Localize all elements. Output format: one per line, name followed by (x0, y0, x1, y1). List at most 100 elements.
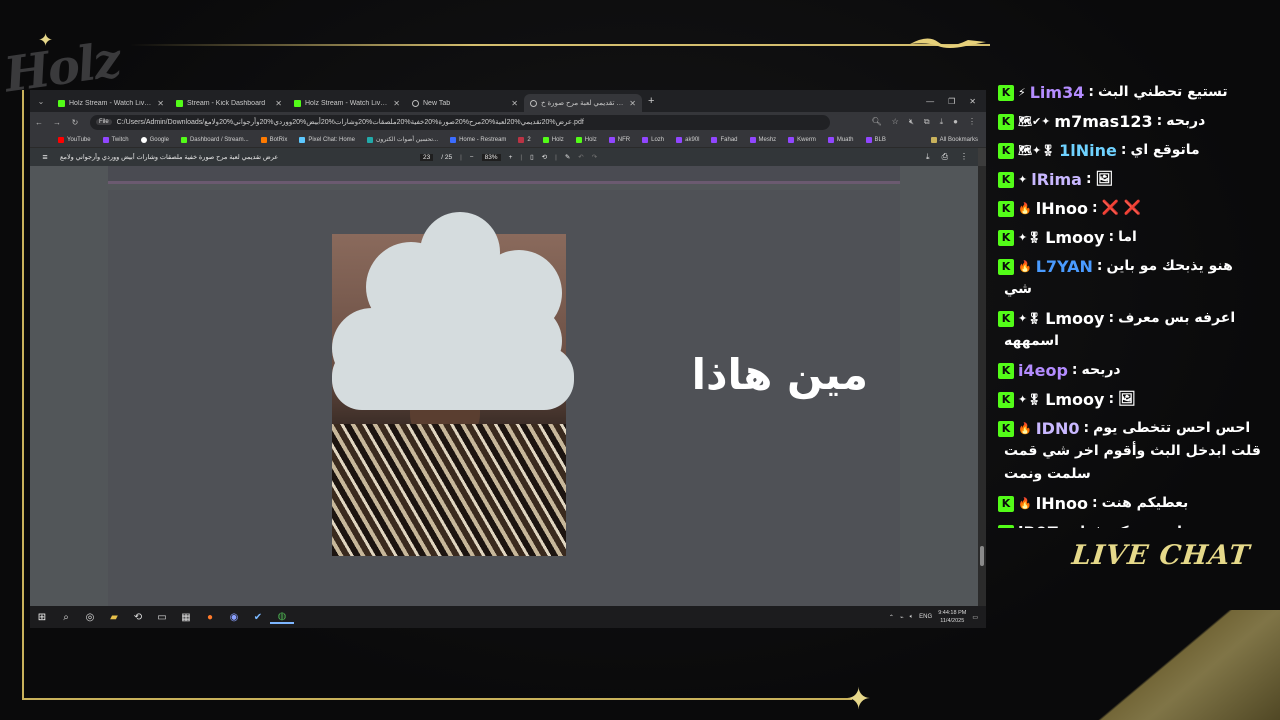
maximize-icon[interactable]: ❐ (948, 97, 955, 106)
chat-username[interactable]: 1lNine (1059, 139, 1117, 162)
browser-tab-active[interactable]: عرض تقديمي لعبة مرح صورة خ... ✕ (524, 94, 642, 112)
chat-text: احس احس تتخطى يوم (1093, 420, 1251, 436)
hamburger-menu-icon[interactable]: ≡ (30, 152, 60, 162)
bookmark-item[interactable]: 2 (518, 136, 531, 143)
chat-username[interactable]: L7YAN (1036, 255, 1093, 278)
firefox-icon[interactable]: ● (198, 612, 222, 623)
bookmark-item[interactable]: Muath (827, 136, 854, 143)
profile-icon[interactable]: ● (953, 117, 958, 127)
bookmark-item[interactable]: Dashboard / Stream... (180, 136, 249, 143)
chat-message: K 🔥 lHnoo: بعطيكم هنت (992, 489, 1280, 518)
obs-icon[interactable]: ▦ (174, 612, 198, 623)
bookmark-item[interactable]: Google (140, 136, 169, 143)
tab-search-icon[interactable]: ⌄ (30, 90, 52, 112)
extensions-icon[interactable]: ⧉ (924, 117, 930, 127)
close-icon[interactable]: ✕ (393, 99, 400, 108)
clock-date: 11/4/2025 (940, 618, 965, 624)
chat-username[interactable]: lR0Z (1018, 521, 1059, 528)
search-icon[interactable]: ⌕ (54, 612, 78, 623)
fit-page-icon[interactable]: ▯ (530, 153, 534, 161)
network-icon[interactable]: ⌁ (900, 614, 904, 621)
chat-username[interactable]: i4eop (1018, 359, 1068, 382)
zoom-out-icon[interactable]: − (470, 154, 474, 161)
bookmark-item[interactable]: Holz (542, 136, 564, 143)
discord-icon[interactable]: ◉ (222, 612, 246, 623)
browser-tab[interactable]: Holz Stream - Watch Live on Ki ✕ (52, 94, 170, 112)
chat-username[interactable]: Lmooy (1045, 307, 1104, 330)
chat-username[interactable]: m7mas123 (1054, 110, 1152, 133)
scrollbar-thumb[interactable] (980, 546, 984, 566)
chat-username[interactable]: lHnoo (1036, 197, 1088, 220)
more-options-icon[interactable]: ⋮ (960, 152, 968, 162)
task-view-icon[interactable]: ◎ (78, 612, 102, 623)
annotate-icon[interactable]: ✎ (565, 153, 570, 161)
minimize-icon[interactable]: — (926, 97, 934, 106)
volume-icon[interactable]: 🔈︎ (910, 614, 914, 621)
bookmark-item[interactable]: تحسين أصوات الكترون... (367, 136, 438, 143)
notifications-icon[interactable]: ▭ (972, 614, 978, 621)
bookmark-item[interactable]: NFR (608, 136, 630, 143)
browser-tab[interactable]: Stream - Kick Dashboard ✕ (170, 94, 288, 112)
print-icon[interactable]: ⎙ (942, 152, 948, 162)
page-number-input[interactable]: 23 (420, 153, 434, 161)
download-icon[interactable]: ⤓ (940, 117, 944, 127)
app-icon[interactable]: ▭ (150, 612, 174, 623)
chat-username[interactable]: IDN0 (1036, 417, 1080, 440)
close-icon[interactable]: ✕ (157, 99, 164, 108)
bookmark-item[interactable]: ak90l (676, 136, 699, 143)
clock[interactable]: 9:44:18 PM 11/4/2025 (938, 609, 966, 625)
mute-icon[interactable]: 🔇︎ (909, 117, 914, 127)
redo-icon[interactable]: ↷ (592, 153, 597, 161)
bookmark-item[interactable]: Twitch (102, 136, 129, 143)
reload-icon[interactable]: ↻ (66, 118, 84, 127)
pdf-scrollbar[interactable] (978, 166, 986, 606)
close-icon[interactable]: ✕ (511, 99, 518, 108)
bookmark-item[interactable]: Lozh (642, 136, 664, 143)
new-tab-icon[interactable]: + (648, 95, 654, 107)
bookmark-item[interactable]: BLB (865, 136, 886, 143)
forward-icon[interactable]: → (48, 118, 66, 127)
steam-icon[interactable]: ✔ (246, 612, 270, 623)
zoom-in-icon[interactable]: + (509, 154, 513, 161)
chat-username[interactable]: Lim34 (1030, 81, 1085, 104)
kick-badge-icon: K (998, 113, 1014, 130)
browser-tab[interactable]: New Tab ✕ (406, 94, 524, 112)
close-window-icon[interactable]: ✕ (969, 97, 976, 106)
bookmark-item[interactable]: Pixel Chat: Home (299, 136, 355, 143)
file-explorer-icon[interactable]: ▰ (102, 612, 126, 623)
tab-label: New Tab (423, 99, 451, 107)
browser-tab[interactable]: Holz Stream - Watch Live on Ki ✕ (288, 94, 406, 112)
address-bar[interactable]: File C:/Users/Admin/Downloads/عرض%20تقدي… (90, 114, 830, 130)
bookmark-item[interactable]: Fahad (711, 136, 738, 143)
download-icon[interactable]: ⤓ (926, 152, 930, 162)
menu-icon[interactable]: ⋮ (968, 117, 976, 127)
bookmark-item[interactable]: Meshz (749, 136, 776, 143)
pdf-page-controls: 23 / 25 | − 83% + | ▯ ⟲ | ✎ ↶ ↷ (420, 153, 597, 161)
chat-username[interactable]: lHnoo (1036, 492, 1088, 515)
address-bar-row: ← → ↻ File C:/Users/Admin/Downloads/عرض%… (30, 112, 986, 132)
zoom-icon[interactable]: 🔍︎ (872, 117, 882, 127)
app-icon[interactable]: ⟲ (126, 612, 150, 623)
pdf-viewer[interactable]: مين هاذا (30, 166, 978, 606)
bookmark-item[interactable]: YouTube (58, 136, 91, 143)
bookmark-star-icon[interactable]: ☆ (892, 117, 899, 127)
undo-icon[interactable]: ↶ (578, 153, 583, 161)
language-indicator[interactable]: ENG (919, 614, 932, 620)
chat-message: K ✦🎖 Lmooy: اعرفه بس معرف اسمههه (992, 304, 1280, 356)
zoom-level-input[interactable]: 83% (481, 153, 501, 161)
rotate-icon[interactable]: ⟲ (542, 153, 547, 161)
chrome-icon[interactable]: ◍ (270, 611, 294, 624)
close-icon[interactable]: ✕ (629, 99, 636, 108)
bookmark-item[interactable]: BotRix (260, 136, 287, 143)
chat-username[interactable]: lRima (1031, 168, 1082, 191)
back-icon[interactable]: ← (30, 118, 48, 127)
bookmark-item[interactable]: Home - Restream (450, 136, 506, 143)
close-icon[interactable]: ✕ (275, 99, 282, 108)
all-bookmarks-folder[interactable]: All Bookmarks (930, 136, 986, 143)
windows-start-icon[interactable]: ⊞ (30, 612, 54, 623)
bookmark-item[interactable]: Kwerm (788, 136, 816, 143)
chevron-up-icon[interactable]: ⌃ (889, 614, 894, 621)
bookmark-item[interactable]: Holz (575, 136, 597, 143)
chat-username[interactable]: Lmooy (1045, 388, 1104, 411)
chat-username[interactable]: Lmooy (1045, 226, 1104, 249)
